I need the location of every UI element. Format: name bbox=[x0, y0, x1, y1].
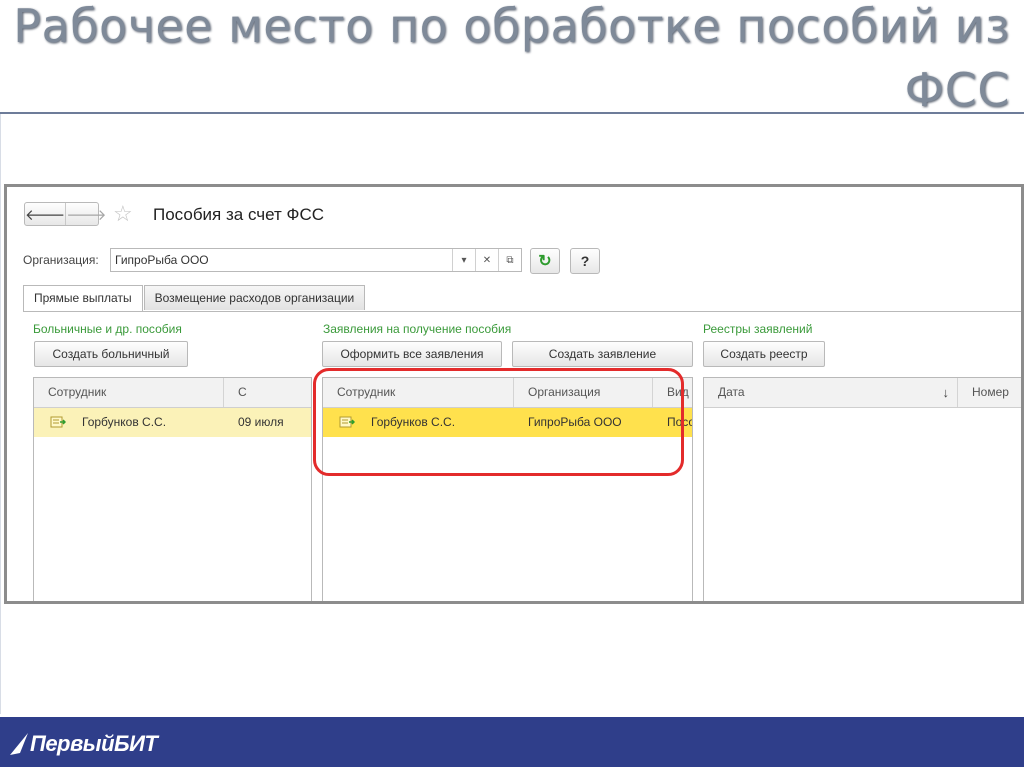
column-header-date[interactable]: Дата ↓ bbox=[704, 378, 958, 407]
tab-bar: Прямые выплаты Возмещение расходов орган… bbox=[23, 285, 366, 312]
sick-leave-table: Сотрудник С Горбунков С.С. 09 июля bbox=[33, 377, 312, 601]
create-sick-leave-button[interactable]: Создать больничный bbox=[34, 341, 188, 367]
create-register-button[interactable]: Создать реестр bbox=[703, 341, 825, 367]
table-header: Дата ↓ Номер bbox=[704, 378, 1021, 408]
column-header-organization[interactable]: Организация bbox=[514, 378, 653, 407]
cell-from-date: 09 июля bbox=[238, 415, 284, 429]
organization-label: Организация: bbox=[23, 253, 99, 267]
column-header-number[interactable]: Номер bbox=[958, 378, 1021, 407]
registers-group-label: Реестры заявлений bbox=[703, 322, 813, 336]
logo: ПервыйБИТ bbox=[8, 731, 158, 757]
open-button[interactable]: ⧉ bbox=[498, 249, 521, 271]
triangle-down-icon: ▾ bbox=[461, 254, 467, 266]
cell-kind: Посо bbox=[667, 415, 692, 429]
tab-expense-reimbursement[interactable]: Возмещение расходов организации bbox=[143, 285, 366, 310]
dropdown-button[interactable]: ▾ bbox=[452, 249, 475, 271]
open-window-icon: ⧉ bbox=[506, 254, 514, 266]
favorite-star-icon[interactable]: ☆ bbox=[113, 201, 133, 227]
logo-mark-icon bbox=[10, 733, 28, 755]
column-header-from[interactable]: С bbox=[224, 378, 311, 407]
cell-organization: ГипроРыба ООО bbox=[528, 415, 622, 429]
create-application-button[interactable]: Создать заявление bbox=[512, 341, 693, 367]
clear-button[interactable]: ✕ bbox=[475, 249, 498, 271]
app-window: 🡐 🡒 ☆ Пособия за счет ФСС Организация: Г… bbox=[4, 184, 1024, 604]
arrow-left-icon: 🡐 bbox=[25, 206, 66, 224]
arrow-right-icon: 🡒 bbox=[66, 206, 107, 224]
table-header: Сотрудник С bbox=[34, 378, 311, 408]
forward-button[interactable]: 🡒 bbox=[65, 203, 106, 225]
column-header-kind[interactable]: Вид bbox=[653, 378, 692, 407]
table-header: Сотрудник Организация Вид bbox=[323, 378, 692, 408]
organization-field[interactable]: ГипроРыба ООО ▾ ✕ ⧉ bbox=[110, 248, 522, 272]
logo-text: ПервыйБИТ bbox=[30, 731, 158, 756]
help-button[interactable]: ? bbox=[570, 248, 600, 274]
form-title: Пособия за счет ФСС bbox=[153, 205, 324, 224]
title-divider bbox=[0, 112, 1024, 114]
tab-direct-payments[interactable]: Прямые выплаты bbox=[23, 285, 143, 312]
column-header-employee[interactable]: Сотрудник bbox=[323, 378, 514, 407]
close-icon: ✕ bbox=[482, 254, 492, 266]
history-navigation: 🡐 🡒 bbox=[24, 202, 106, 226]
left-divider bbox=[0, 114, 1, 714]
question-icon: ? bbox=[580, 253, 590, 269]
organization-value[interactable]: ГипроРыба ООО bbox=[111, 249, 452, 271]
applications-group-label: Заявления на получение пособия bbox=[323, 322, 512, 336]
table-row[interactable]: Горбунков С.С. ГипроРыба ООО Посо bbox=[323, 408, 692, 437]
applications-table: Сотрудник Организация Вид Горбунков С.С.… bbox=[322, 377, 693, 601]
document-icon bbox=[50, 416, 66, 428]
cell-employee: Горбунков С.С. bbox=[82, 415, 167, 429]
process-all-applications-button[interactable]: Оформить все заявления bbox=[322, 341, 502, 367]
tab-divider bbox=[23, 311, 1021, 312]
registers-table: Дата ↓ Номер bbox=[703, 377, 1021, 601]
document-icon bbox=[339, 416, 355, 428]
column-header-date-label: Дата bbox=[718, 385, 745, 399]
column-header-employee[interactable]: Сотрудник bbox=[34, 378, 224, 407]
slide-title: Рабочее место по обработке пособий из ФС… bbox=[13, 0, 1010, 117]
sick-leave-group-label: Больничные и др. пособия bbox=[33, 322, 182, 336]
refresh-icon: ↻ bbox=[538, 253, 552, 270]
cell-employee: Горбунков С.С. bbox=[371, 415, 456, 429]
table-row[interactable]: Горбунков С.С. 09 июля bbox=[34, 408, 311, 437]
refresh-button[interactable]: ↻ bbox=[530, 248, 560, 274]
sort-down-icon: ↓ bbox=[942, 385, 950, 400]
back-button[interactable]: 🡐 bbox=[25, 203, 65, 225]
